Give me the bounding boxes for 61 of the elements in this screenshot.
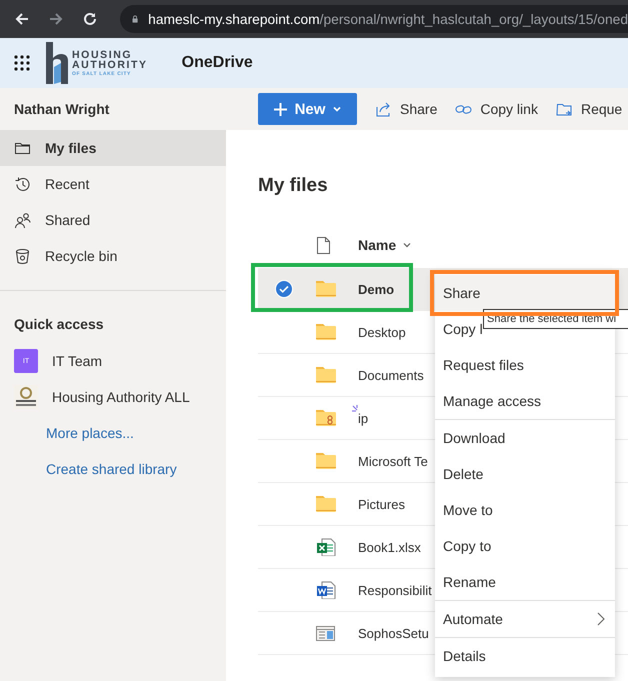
menu-item[interactable]: Automate <box>435 601 615 637</box>
folder-icon <box>316 452 336 470</box>
file-name[interactable]: ip <box>358 410 368 426</box>
file-name[interactable]: Microsoft Te <box>358 454 428 468</box>
nav-link[interactable]: More places... <box>46 425 134 441</box>
reload-icon <box>82 11 98 27</box>
trash-icon <box>14 248 31 264</box>
site-link[interactable]: Housing Authority ALL <box>52 389 190 405</box>
menu-item[interactable]: Details <box>435 638 615 674</box>
url-text: hameslc-my.sharepoint.com/personal/nwright_haslcutah_org/_layouts/15/oned <box>148 12 628 26</box>
column-header[interactable]: Name <box>358 237 412 253</box>
file-type-icon <box>316 236 331 254</box>
file-name[interactable]: Pictures <box>358 496 405 512</box>
site-logo-icon <box>14 385 38 409</box>
people-icon <box>14 212 31 228</box>
nav-item[interactable]: Recycle bin <box>0 238 226 274</box>
toolbar-button[interactable]: Reque <box>556 100 622 118</box>
folder-icon <box>316 280 336 298</box>
nav-item[interactable]: Shared <box>0 202 226 238</box>
file-name[interactable]: Demo <box>358 282 394 296</box>
section-heading: Quick access <box>13 315 105 334</box>
forward-icon <box>48 11 64 27</box>
menu-item[interactable]: Delete <box>435 456 615 492</box>
file-name[interactable]: Documents <box>358 368 424 382</box>
share-icon <box>375 100 392 118</box>
menu-item[interactable]: Copy to <box>435 528 615 564</box>
spreadsheet-icon <box>316 538 336 556</box>
check-icon <box>275 280 293 298</box>
menu-item[interactable]: Manage access <box>435 383 615 419</box>
menu-item[interactable]: Rename <box>435 564 615 600</box>
new-button[interactable]: New <box>258 93 357 125</box>
nav-item[interactable]: Recent <box>0 166 226 202</box>
toolbar-button[interactable]: Share <box>375 100 438 118</box>
back-icon <box>14 11 30 27</box>
nav-item[interactable]: My files <box>0 130 226 166</box>
menu-item[interactable]: Request files <box>435 347 615 383</box>
chevron-down-icon <box>402 240 412 250</box>
menu-item[interactable]: Download <box>435 420 615 456</box>
file-name[interactable]: SophosSetu <box>358 626 429 640</box>
document-icon <box>316 581 336 599</box>
chevron-down-icon <box>332 104 342 114</box>
app-launcher-icon <box>14 55 30 71</box>
toolbar-button[interactable]: Copy link <box>455 100 538 118</box>
menu-item[interactable]: Share <box>435 275 615 311</box>
folder-icon <box>316 495 336 513</box>
shared-folder-icon <box>316 409 336 427</box>
folder-icon <box>316 366 336 384</box>
file-name[interactable]: Responsibilit <box>358 582 432 598</box>
file-name[interactable]: Book1.xlsx <box>358 540 421 554</box>
address-bar[interactable]: hameslc-my.sharepoint.com/personal/nwright_haslcutah_org/_layouts/15/oned <box>120 5 628 33</box>
page-title: My files <box>258 174 329 198</box>
user-name: Nathan Wright <box>13 100 110 119</box>
app-name[interactable]: OneDrive <box>182 54 253 72</box>
folder-icon <box>316 323 336 341</box>
program-icon <box>316 624 336 642</box>
file-name[interactable]: Desktop <box>358 324 406 340</box>
nav-link[interactable]: Create shared library <box>46 461 177 477</box>
plus-icon <box>272 102 288 116</box>
menu-item[interactable]: Move to <box>435 492 615 528</box>
clock-icon <box>14 176 31 192</box>
site-link[interactable]: IT Team <box>52 353 102 369</box>
